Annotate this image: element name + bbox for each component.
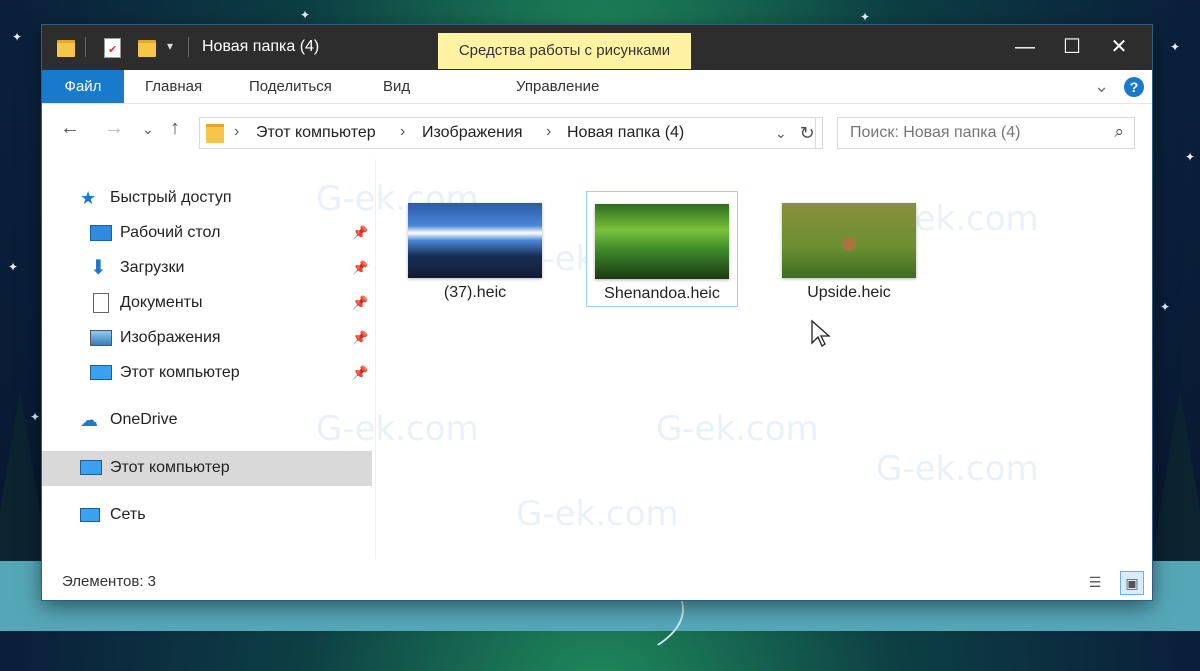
image-thumbnail	[782, 203, 916, 278]
customize-toolbar-icon[interactable]: ▾	[167, 39, 187, 61]
navigation-pane: ★ Быстрый доступ Рабочий стол 📌 ⬇ Загруз…	[42, 159, 376, 559]
tab-share[interactable]: Поделиться	[249, 70, 332, 103]
pictures-icon	[90, 328, 112, 348]
network-icon	[80, 505, 102, 525]
back-button[interactable]: ←	[60, 117, 80, 140]
sidebar-item-label: Изображения	[120, 329, 221, 346]
navigation-bar: ← → ⌄ ↑ › Этот компьютер › Изображения ›…	[42, 103, 1152, 159]
address-bar[interactable]: › Этот компьютер › Изображения › Новая п…	[199, 117, 816, 149]
tab-home[interactable]: Главная	[145, 70, 202, 103]
star-icon: ★	[80, 188, 97, 208]
tab-file[interactable]: Файл	[42, 70, 124, 103]
ribbon-tabs: Файл Главная Поделиться Вид Управление ⌄…	[42, 70, 1152, 104]
file-name: (37).heic	[443, 284, 507, 301]
sidebar-item-label: Быстрый доступ	[110, 189, 232, 206]
file-name: Upside.heic	[807, 284, 891, 301]
explorer-window: ✔ ▾ Новая папка (4) Средства работы с ри…	[42, 25, 1152, 600]
breadcrumb-this-pc[interactable]: Этот компьютер	[256, 124, 376, 142]
sidebar-item-label: Рабочий стол	[120, 224, 221, 241]
minimize-button[interactable]: —	[1002, 25, 1048, 70]
details-view-icon[interactable]: ☰	[1084, 571, 1106, 593]
pin-icon[interactable]: 📌	[352, 323, 368, 353]
desktop-icon	[90, 223, 112, 243]
download-arrow-icon: ⬇	[90, 257, 107, 279]
watermark: G-ek.com	[876, 449, 1039, 489]
sidebar-item-documents[interactable]: Документы 📌	[90, 288, 380, 318]
large-icons-view-icon[interactable]: ▣	[1120, 571, 1144, 595]
sidebar-item-label: OneDrive	[110, 411, 178, 428]
recent-locations-button[interactable]: ⌄	[142, 121, 154, 138]
cloud-icon: ☁	[80, 410, 98, 430]
breadcrumb-separator-icon[interactable]: ›	[234, 123, 239, 141]
window-title: Новая папка (4)	[202, 38, 320, 55]
pin-icon[interactable]: 📌	[352, 288, 368, 318]
folder-icon	[206, 124, 224, 143]
refresh-icon[interactable]: ↻	[792, 117, 823, 149]
sidebar-item-label: Загрузки	[120, 259, 185, 276]
breadcrumb-separator-icon[interactable]: ›	[400, 123, 405, 141]
watermark: G-ek.com	[656, 409, 819, 449]
file-item[interactable]: Upside.heic	[774, 191, 924, 305]
sidebar-item-label: Документы	[120, 294, 203, 311]
sidebar-item-this-pc-pinned[interactable]: Этот компьютер 📌	[90, 358, 380, 388]
search-icon[interactable]: ⌕	[1114, 122, 1124, 142]
sidebar-item-downloads[interactable]: ⬇ Загрузки 📌	[90, 253, 380, 283]
file-name: Shenandoa.heic	[604, 285, 720, 302]
sidebar-item-label: Сеть	[110, 506, 146, 523]
tab-manage[interactable]: Управление	[516, 70, 599, 103]
image-thumbnail	[408, 203, 542, 278]
expand-ribbon-icon[interactable]: ⌄	[1094, 70, 1109, 103]
breadcrumb-current-folder[interactable]: Новая папка (4)	[567, 124, 684, 142]
file-list: G-ek.com G-ek.com G-ek.com G-ek.com G-ek…	[316, 159, 1152, 559]
forward-button[interactable]: →	[104, 117, 124, 140]
folder-icon[interactable]	[57, 36, 77, 58]
close-button[interactable]: ✕	[1096, 25, 1142, 70]
search-box[interactable]: ⌕	[837, 117, 1135, 149]
breadcrumb-separator-icon[interactable]: ›	[546, 123, 551, 141]
sidebar-item-pictures[interactable]: Изображения 📌	[90, 323, 380, 353]
picture-tools-context-tab[interactable]: Средства работы с рисунками	[438, 33, 691, 69]
document-icon	[90, 293, 112, 313]
mouse-cursor-icon	[811, 319, 831, 347]
pin-icon[interactable]: 📌	[352, 358, 368, 388]
computer-icon	[80, 458, 102, 478]
sidebar-item-label: Этот компьютер	[120, 364, 240, 381]
tab-view[interactable]: Вид	[383, 70, 410, 103]
up-button[interactable]: ↑	[170, 117, 180, 140]
breadcrumb-pictures[interactable]: Изображения	[422, 124, 523, 142]
help-icon[interactable]: ?	[1124, 77, 1144, 97]
sidebar-item-label: Этот компьютер	[110, 459, 230, 476]
sidebar-item-desktop[interactable]: Рабочий стол 📌	[90, 218, 380, 248]
address-history-icon[interactable]: ⌄	[775, 125, 787, 142]
pin-icon[interactable]: 📌	[352, 253, 368, 283]
properties-icon[interactable]: ✔	[104, 36, 124, 58]
pin-icon[interactable]: 📌	[352, 218, 368, 248]
computer-icon	[90, 363, 112, 383]
maximize-button[interactable]: ☐	[1049, 25, 1095, 70]
watermark: G-ek.com	[516, 494, 679, 534]
new-folder-icon[interactable]	[138, 36, 158, 58]
status-bar: Элементов: 3 ☰ ▣	[42, 565, 1152, 600]
search-input[interactable]	[848, 118, 1102, 148]
image-thumbnail	[595, 204, 729, 279]
file-item[interactable]: (37).heic	[400, 191, 550, 305]
item-count: Элементов: 3	[62, 573, 157, 590]
toolbar-divider	[188, 37, 189, 57]
watermark: G-ek.com	[316, 409, 479, 449]
title-bar: ✔ ▾ Новая папка (4) Средства работы с ри…	[42, 25, 1152, 70]
toolbar-divider	[85, 37, 86, 57]
file-item-selected[interactable]: Shenandoa.heic	[586, 191, 738, 307]
